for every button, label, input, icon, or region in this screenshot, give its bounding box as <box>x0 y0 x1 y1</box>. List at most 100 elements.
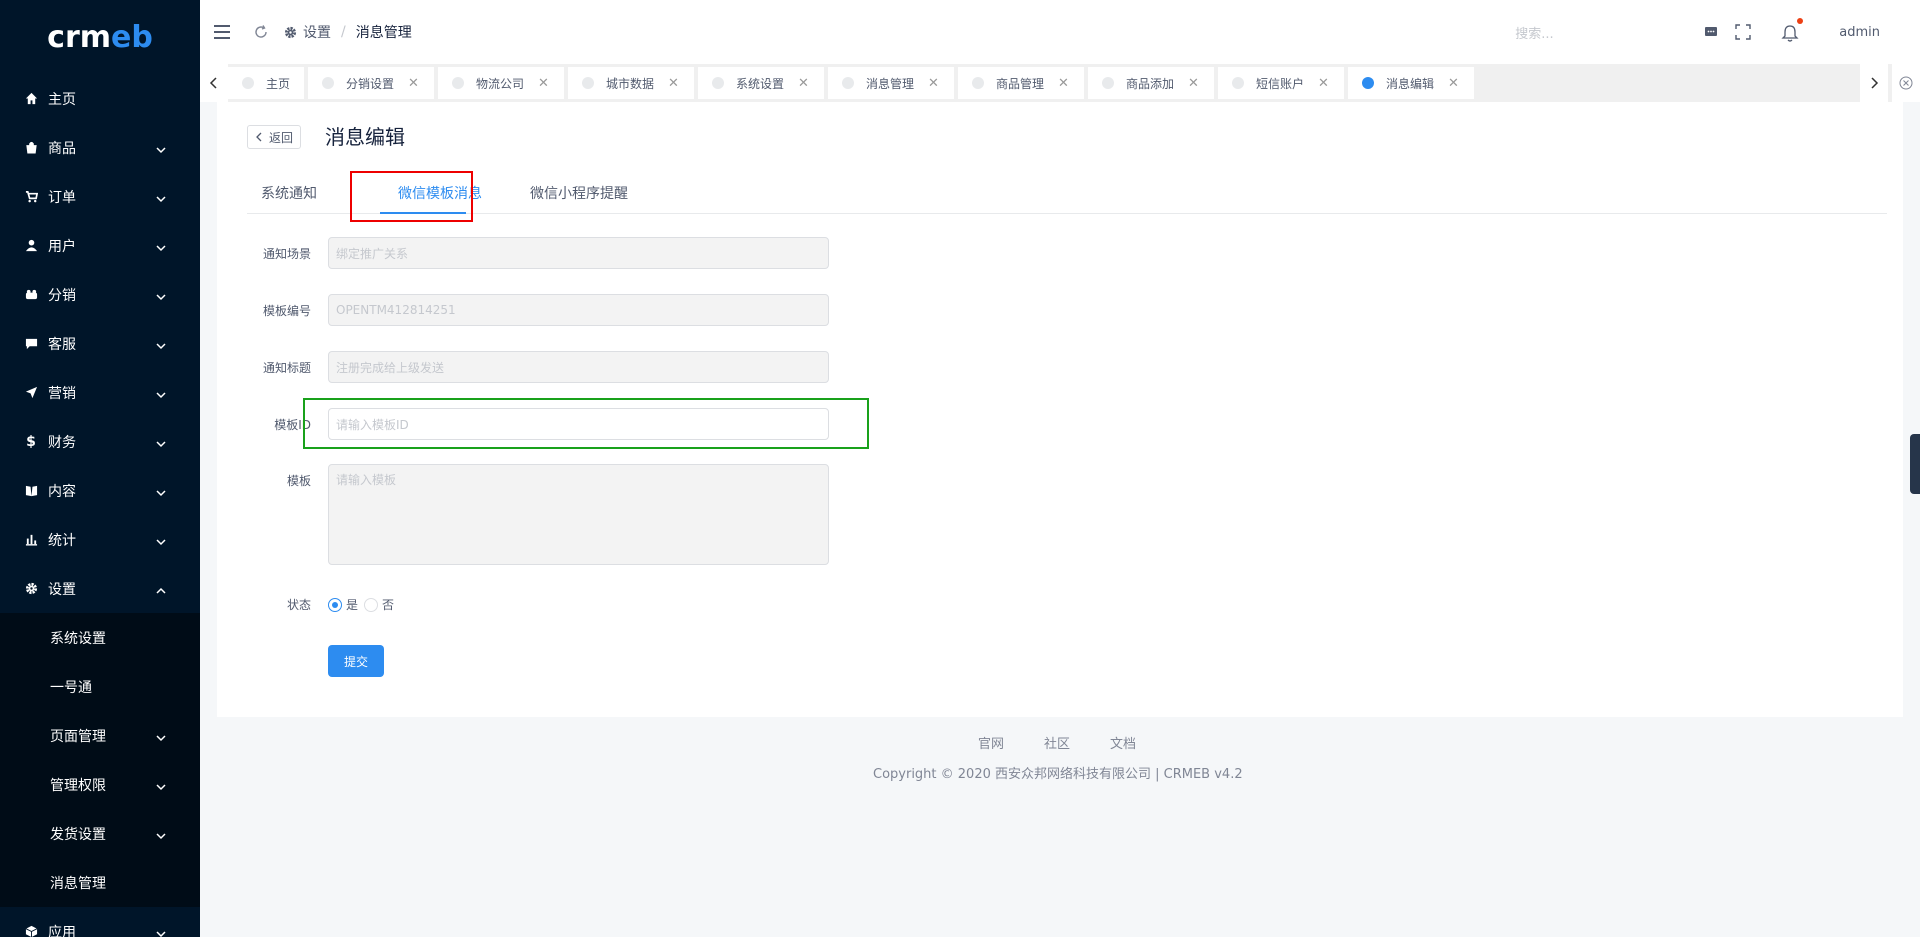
sidebar-item-label: 应用 <box>48 924 76 937</box>
sidebar-item-label: 商品 <box>48 140 76 157</box>
tab-label: 城市数据 <box>606 76 655 91</box>
sidebar-item-label: 营销 <box>48 385 76 402</box>
page-title: 消息编辑 <box>325 125 405 149</box>
top-header: 设置 / 消息管理 搜索... admin <box>200 0 1920 64</box>
search-input[interactable]: 搜索... <box>1515 23 1655 42</box>
sidebar-item-label: 财务 <box>48 434 76 451</box>
field-label: 模板 <box>286 474 311 488</box>
radio-circle <box>364 597 379 612</box>
chat-icon <box>24 337 38 351</box>
footer-link-official[interactable]: 官网 <box>978 733 1004 752</box>
close-icon[interactable]: ✕ <box>1058 76 1069 91</box>
tab-dot <box>322 77 334 89</box>
close-icon[interactable]: ✕ <box>668 76 679 91</box>
user-name[interactable]: admin <box>1839 25 1880 40</box>
tab-message-management[interactable]: 消息管理 ✕ <box>828 67 954 99</box>
tab-label: 商品添加 <box>1126 76 1175 91</box>
tabs-scroll-right-icon[interactable] <box>1860 64 1888 102</box>
status-no-radio[interactable]: 否 <box>364 596 394 613</box>
message-icon[interactable] <box>1703 24 1719 40</box>
tab-distribution-settings[interactable]: 分销设置 ✕ <box>308 67 434 99</box>
side-widget-handle[interactable] <box>1910 434 1920 494</box>
book-icon <box>24 484 38 498</box>
breadcrumb-separator: / <box>341 24 346 40</box>
close-all-tabs-icon[interactable] <box>1892 64 1920 102</box>
tab-system-settings[interactable]: 系统设置 ✕ <box>698 67 824 99</box>
tab-logistics[interactable]: 物流公司 ✕ <box>438 67 564 99</box>
sidebar-item-apps[interactable]: 应用 <box>0 907 200 937</box>
tab-city-data[interactable]: 城市数据 ✕ <box>568 67 694 99</box>
tab-dot <box>452 77 464 89</box>
back-button[interactable]: 返回 <box>247 125 302 149</box>
footer-link-community[interactable]: 社区 <box>1044 733 1070 752</box>
sidebar-item-system-settings[interactable]: 系统设置 <box>0 613 200 662</box>
back-label: 返回 <box>269 130 294 145</box>
tab-label: 物流公司 <box>476 76 525 91</box>
close-icon[interactable]: ✕ <box>928 76 939 91</box>
sidebar-item-orders[interactable]: 订单 <box>0 172 200 221</box>
close-icon[interactable]: ✕ <box>1188 76 1199 91</box>
sidebar-item-permissions[interactable]: 管理权限 <box>0 760 200 809</box>
tab-message-edit[interactable]: 消息编辑 ✕ <box>1348 67 1474 99</box>
tab-label: 短信账户 <box>1256 76 1305 91</box>
close-icon[interactable]: ✕ <box>1448 76 1459 91</box>
close-icon[interactable]: ✕ <box>798 76 809 91</box>
close-icon[interactable]: ✕ <box>1318 76 1329 91</box>
tabs-scroll-left-icon[interactable] <box>200 64 228 102</box>
shopping-bag-icon <box>24 141 38 155</box>
sidebar-item-statistics[interactable]: 统计 <box>0 515 200 564</box>
status-radio-group: 是 否 <box>328 596 400 613</box>
close-icon[interactable]: ✕ <box>538 76 549 91</box>
tab-system-notice[interactable]: 系统通知 <box>261 174 317 214</box>
radio-label: 否 <box>382 598 395 612</box>
bell-icon[interactable] <box>1781 18 1804 42</box>
breadcrumb-item[interactable]: 设置 <box>303 22 331 42</box>
cube-icon <box>24 925 38 937</box>
radio-circle <box>328 597 342 612</box>
sidebar-item-label: 管理权限 <box>50 777 106 794</box>
sidebar-item-shipping-settings[interactable]: 发货设置 <box>0 809 200 858</box>
breadcrumb: 设置 / 消息管理 <box>284 22 412 42</box>
user-icon <box>24 239 38 253</box>
logo-text: crmeb <box>47 19 153 55</box>
sidebar-item-finance[interactable]: $ 财务 <box>0 417 200 466</box>
home-icon <box>24 92 38 106</box>
sidebar-item-service[interactable]: 客服 <box>0 319 200 368</box>
tab-goods-add[interactable]: 商品添加 ✕ <box>1088 67 1214 99</box>
sidebar-item-message-management[interactable]: 消息管理 <box>0 858 200 907</box>
template-textarea[interactable]: 请输入模板 <box>328 464 829 565</box>
tab-dot <box>842 77 854 89</box>
sidebar-item-content[interactable]: 内容 <box>0 466 200 515</box>
copyright: Copyright © 2020 西安众邦网络科技有限公司 | CRMEB v4… <box>873 767 1243 782</box>
tab-label: 商品管理 <box>996 76 1045 91</box>
close-icon[interactable]: ✕ <box>408 76 419 91</box>
sidebar-item-marketing[interactable]: 营销 <box>0 368 200 417</box>
sidebar-item-label: 主页 <box>48 91 76 108</box>
sidebar-item-settings[interactable]: 设置 <box>0 564 200 613</box>
status-yes-radio[interactable]: 是 <box>328 596 358 613</box>
fullscreen-icon[interactable] <box>1735 24 1751 40</box>
menu-toggle-icon[interactable] <box>214 25 230 39</box>
chevron-down-icon <box>156 437 166 447</box>
sidebar-item-goods[interactable]: 商品 <box>0 123 200 172</box>
tab-miniprogram-reminder[interactable]: 微信小程序提醒 <box>530 174 628 214</box>
sidebar-item-page-management[interactable]: 页面管理 <box>0 711 200 760</box>
footer-links: 官网 社区 文档 <box>978 733 1176 752</box>
footer-link-docs[interactable]: 文档 <box>1110 733 1136 752</box>
refresh-icon[interactable] <box>254 25 268 39</box>
sidebar-item-home[interactable]: 主页 <box>0 74 200 123</box>
sidebar-item-label: 订单 <box>48 189 76 206</box>
submit-button[interactable]: 提交 <box>328 645 384 677</box>
tab-goods-management[interactable]: 商品管理 ✕ <box>958 67 1084 99</box>
field-label: 模板编号 <box>262 304 311 318</box>
logo[interactable]: crmeb <box>0 0 200 74</box>
sidebar-item-yihaotong[interactable]: 一号通 <box>0 662 200 711</box>
sidebar-item-label: 用户 <box>48 238 76 255</box>
tab-home[interactable]: 主页 <box>228 67 304 99</box>
sidebar-item-distribution[interactable]: 分销 <box>0 270 200 319</box>
tab-sms-account[interactable]: 短信账户 ✕ <box>1218 67 1344 99</box>
sidebar-item-users[interactable]: 用户 <box>0 221 200 270</box>
tab-label: 系统设置 <box>736 76 785 91</box>
field-label: 通知场景 <box>262 247 311 261</box>
sidebar-item-label: 消息管理 <box>50 875 106 892</box>
